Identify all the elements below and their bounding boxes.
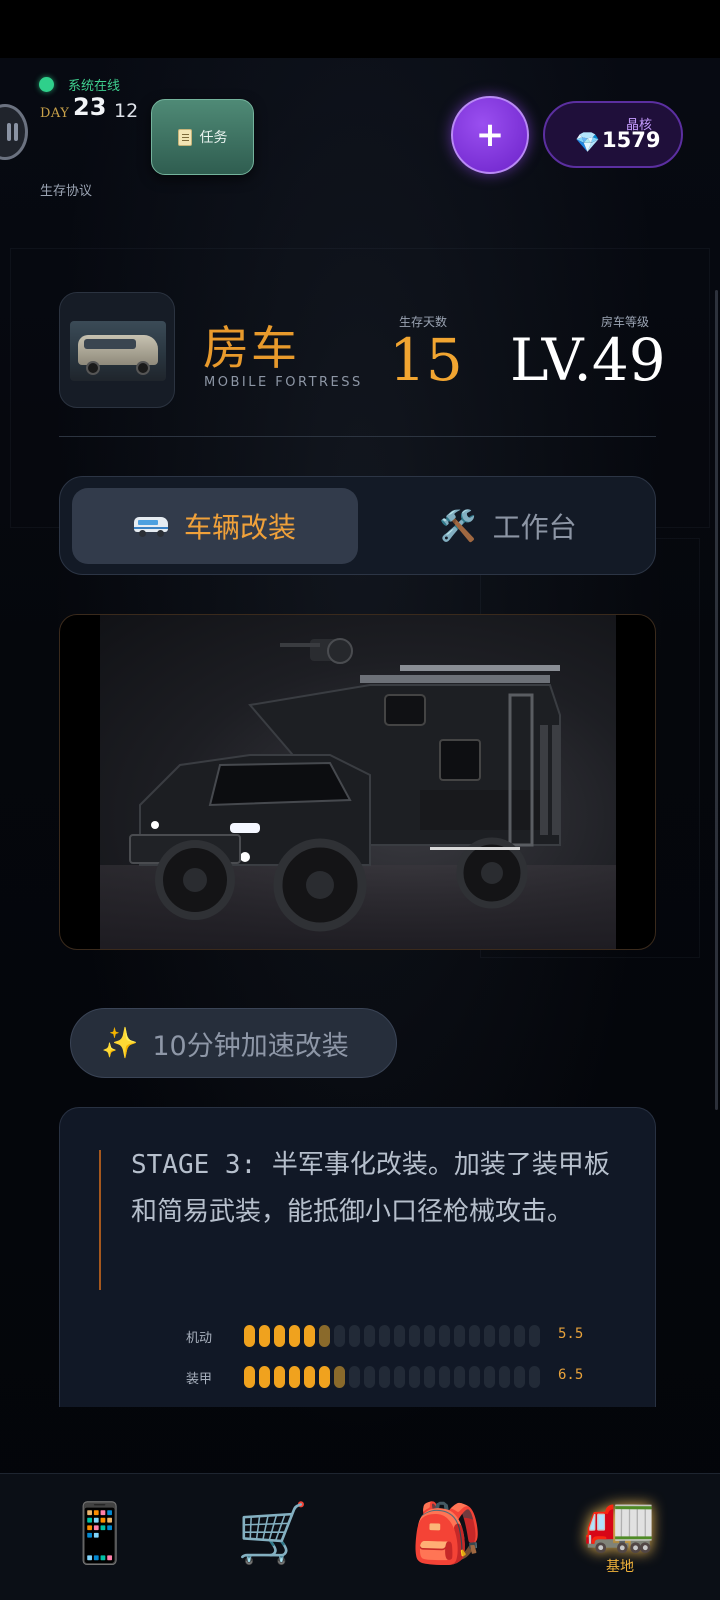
phone-icon: 📱 <box>63 1499 137 1567</box>
stat-pip <box>514 1366 525 1388</box>
stat-pip <box>304 1366 315 1388</box>
stat-pips <box>244 1325 540 1347</box>
stat-pip <box>484 1325 495 1347</box>
nav-base-label: 基地 <box>606 1559 634 1575</box>
stat-pip <box>334 1325 345 1347</box>
stat-pip <box>349 1366 360 1388</box>
stat-pips <box>244 1366 540 1388</box>
stat-pip <box>484 1366 495 1388</box>
bottom-navigation: 📱 🛒 🎒 🚛 基地 <box>0 1473 720 1600</box>
truck-icon: 🚛 <box>583 1487 657 1555</box>
day-label: DAY <box>40 106 70 121</box>
stat-pip <box>529 1325 540 1347</box>
tab-workbench[interactable]: 🛠️ 工作台 <box>372 488 644 564</box>
stat-row-armor: 装甲 6.5 <box>186 1366 606 1390</box>
vehicle-name: 房车 <box>203 321 299 375</box>
crystal-value: 1579 <box>602 128 661 152</box>
handle-icon <box>7 123 19 143</box>
nav-phone[interactable]: 📱 <box>10 1474 190 1600</box>
stat-label: 装甲 <box>186 1372 213 1387</box>
day-value: 23 <box>73 93 107 121</box>
stat-pip <box>304 1325 315 1347</box>
stat-pip <box>274 1366 285 1388</box>
stat-pip <box>274 1325 285 1347</box>
stat-pip <box>439 1325 450 1347</box>
tab-workbench-label: 工作台 <box>492 511 577 544</box>
stat-pip <box>454 1325 465 1347</box>
tools-icon: 🛠️ <box>439 508 477 544</box>
stat-pip <box>499 1325 510 1347</box>
stat-pip <box>319 1366 330 1388</box>
add-button[interactable]: + <box>451 96 529 174</box>
shopping-cart-icon: 🛒 <box>236 1499 310 1567</box>
stat-pip <box>334 1366 345 1388</box>
nav-shop[interactable]: 🛒 <box>183 1474 363 1600</box>
hour-value: 12 <box>114 100 139 122</box>
stat-pip <box>499 1366 510 1388</box>
stat-pip <box>514 1325 525 1347</box>
stat-pip <box>244 1325 255 1347</box>
online-status-dot <box>39 77 54 92</box>
stat-pip <box>469 1366 480 1388</box>
stat-pip <box>349 1325 360 1347</box>
stat-pip <box>409 1325 420 1347</box>
stat-pip <box>364 1366 375 1388</box>
stat-row-mobility: 机动 5.5 <box>186 1325 606 1349</box>
stat-pip <box>454 1366 465 1388</box>
stat-pip <box>439 1366 450 1388</box>
van-thumbnail-image <box>70 321 166 381</box>
task-button[interactable]: 任务 <box>151 99 254 175</box>
armored-rv-image <box>100 615 616 949</box>
stat-pip <box>409 1366 420 1388</box>
description-accent-bar <box>99 1150 101 1290</box>
speed-up-button[interactable]: ✨ 10分钟加速改装 <box>70 1008 397 1078</box>
nav-backpack[interactable]: 🎒 <box>357 1474 537 1600</box>
stat-value: 6.5 <box>558 1367 584 1383</box>
stat-pip <box>424 1325 435 1347</box>
stat-pip <box>379 1366 390 1388</box>
task-button-label: 任务 <box>199 130 228 146</box>
stat-pip <box>529 1366 540 1388</box>
vehicle-subtitle: MOBILE FORTRESS <box>204 375 363 390</box>
stat-pip <box>364 1325 375 1347</box>
stat-pip <box>394 1325 405 1347</box>
stat-label: 机动 <box>186 1331 213 1346</box>
stat-pip <box>289 1366 300 1388</box>
tab-vehicle-modification[interactable]: 车辆改装 <box>72 488 358 564</box>
tab-bar: 车辆改装 🛠️ 工作台 <box>59 476 656 575</box>
stat-pip <box>469 1325 480 1347</box>
stat-pip <box>259 1325 270 1347</box>
vehicle-thumbnail[interactable] <box>59 292 175 408</box>
van-icon <box>133 515 168 537</box>
survival-days-value: 15 <box>389 326 463 394</box>
gem-icon: 💎 <box>575 130 600 154</box>
stat-value: 5.5 <box>558 1326 584 1342</box>
stat-pip <box>259 1366 270 1388</box>
vehicle-level-value: LV.49 <box>510 326 666 394</box>
status-bar <box>0 0 720 58</box>
online-status-text: 系统在线 <box>68 79 121 94</box>
clipboard-icon <box>177 128 192 146</box>
stage-description-card: STAGE 3: 半军事化改装。加装了装甲板和简易武装，能抵御小口径枪械攻击。 … <box>59 1107 656 1407</box>
speed-up-label: 10分钟加速改装 <box>152 1030 349 1062</box>
scrollbar[interactable] <box>715 290 718 1110</box>
stat-pip <box>244 1366 255 1388</box>
vehicle-image-frame <box>59 614 656 950</box>
stat-pip <box>379 1325 390 1347</box>
header-divider <box>59 436 656 437</box>
stage-description-text: STAGE 3: 半军事化改装。加装了装甲板和简易武装，能抵御小口径枪械攻击。 <box>131 1150 610 1227</box>
stat-pip <box>394 1366 405 1388</box>
stat-pip <box>289 1325 300 1347</box>
nav-base[interactable]: 🚛 基地 <box>530 1474 710 1600</box>
stat-pip <box>424 1366 435 1388</box>
armored-rv-illustration <box>129 638 561 932</box>
backpack-icon: 🎒 <box>410 1499 484 1567</box>
crystal-balance[interactable]: 晶核 💎 1579 <box>543 101 683 168</box>
tab-vehicle-modification-label: 车辆改装 <box>183 511 296 544</box>
sparkles-icon: ✨ <box>101 1025 139 1061</box>
stat-pip <box>319 1325 330 1347</box>
survival-protocol-label: 生存协议 <box>40 184 93 199</box>
